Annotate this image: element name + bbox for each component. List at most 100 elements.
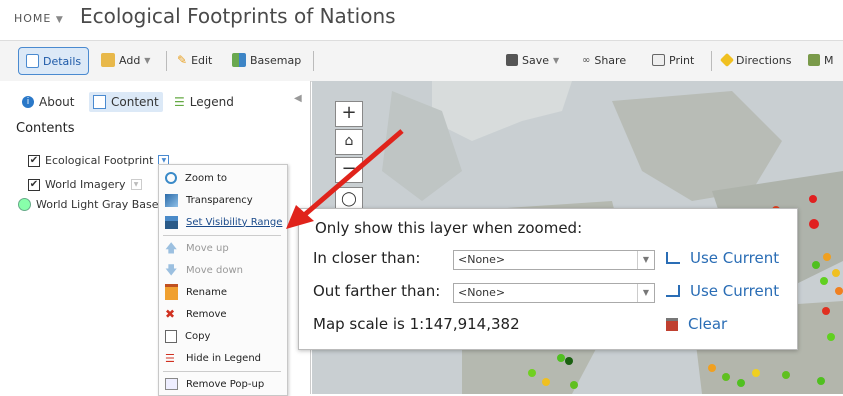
menu-divider (163, 235, 281, 236)
use-current-icon (666, 252, 680, 264)
more-label: M (824, 53, 834, 67)
map-point[interactable] (782, 371, 790, 379)
menu-item-hide-in-legend[interactable]: ☰ Hide in Legend (165, 349, 261, 367)
layer-item[interactable]: ✔ Ecological Footprint ▼ (28, 154, 170, 167)
content-icon (93, 95, 106, 109)
use-current-icon (666, 285, 680, 297)
layer-label: Ecological Footprint (45, 154, 154, 167)
directions-button[interactable]: Directions (719, 49, 792, 71)
map-point[interactable] (708, 364, 716, 372)
map-point[interactable] (737, 379, 745, 387)
collapse-panel-icon[interactable]: ◀ (294, 93, 302, 104)
details-button[interactable]: Details (18, 47, 90, 75)
basemap-icon (232, 53, 246, 67)
map-point[interactable] (827, 333, 835, 341)
chevron-down-icon: ▼ (637, 251, 654, 269)
toolbar-divider (313, 51, 314, 71)
map-point[interactable] (835, 287, 843, 295)
share-button[interactable]: ∞ Share (582, 49, 626, 71)
layer-options-icon[interactable]: ▼ (130, 179, 142, 190)
save-label: Save (522, 53, 550, 67)
map-point[interactable] (812, 261, 820, 269)
layer-item[interactable]: World Light Gray Base (18, 198, 159, 211)
zoom-in-button[interactable]: + (335, 101, 363, 127)
printer-icon (652, 54, 665, 66)
menu-item-label: Copy (185, 330, 211, 342)
directions-icon (719, 52, 735, 68)
map-point[interactable] (722, 373, 730, 381)
tab-about-label: About (39, 95, 75, 109)
edit-button[interactable]: ✎ Edit (177, 49, 212, 71)
tab-about[interactable]: i About (18, 92, 78, 112)
map-point[interactable] (809, 219, 819, 229)
menu-item-transparency[interactable]: Transparency (165, 191, 253, 209)
details-label: Details (43, 54, 82, 68)
tab-content[interactable]: Content (89, 92, 163, 112)
map-point[interactable] (557, 354, 565, 362)
menu-item-label: Move down (186, 264, 243, 276)
map-point[interactable] (542, 378, 550, 386)
map-point[interactable] (809, 195, 817, 203)
layer-checkbox[interactable]: ✔ (28, 178, 40, 191)
info-icon: i (22, 96, 34, 108)
print-button[interactable]: Print (652, 49, 694, 71)
title-bar: HOME ▼ Ecological Footprints of Nations (0, 0, 843, 38)
map-point[interactable] (565, 357, 573, 365)
map-point[interactable] (752, 369, 760, 377)
menu-item-remove[interactable]: ✖ Remove (165, 305, 227, 323)
layer-context-menu: Zoom to Transparency Set Visibility Rang… (158, 164, 288, 396)
directions-label: Directions (736, 53, 792, 67)
closer-use-current-button[interactable]: Use Current (666, 249, 779, 267)
add-icon (101, 53, 115, 67)
tab-legend[interactable]: ☰ Legend (170, 92, 238, 112)
map-point[interactable] (570, 381, 578, 389)
use-current-label: Use Current (690, 249, 780, 267)
remove-popup-icon (165, 378, 178, 390)
menu-divider (163, 371, 281, 372)
arrow-up-icon: 🡅 (165, 240, 178, 255)
map-point[interactable] (528, 369, 536, 377)
layer-checkbox[interactable]: ✔ (28, 154, 40, 167)
closer-select-value: <None> (458, 253, 506, 266)
basemap-label: Basemap (250, 53, 302, 67)
add-label: Add (119, 53, 141, 67)
menu-item-label: Transparency (186, 194, 253, 206)
menu-item-label: Set Visibility Range (186, 216, 283, 228)
map-point[interactable] (817, 377, 825, 385)
menu-item-label: Rename (186, 286, 228, 298)
menu-item-move-down[interactable]: 🡇 Move down (165, 261, 243, 279)
home-menu[interactable]: HOME ▼ (14, 12, 64, 25)
menu-item-set-visibility-range[interactable]: Set Visibility Range (165, 213, 282, 231)
basemap-button[interactable]: Basemap (232, 49, 301, 71)
closer-label: In closer than: (313, 249, 421, 267)
tab-content-label: Content (111, 95, 159, 109)
farther-select[interactable]: <None> ▼ (453, 283, 655, 303)
map-point[interactable] (823, 253, 831, 261)
clear-button[interactable]: Clear (666, 315, 727, 333)
measure-icon (808, 54, 820, 66)
map-point[interactable] (820, 277, 828, 285)
share-label: Share (594, 53, 627, 67)
add-button[interactable]: Add ▼ (101, 49, 150, 71)
rename-icon (165, 284, 178, 300)
menu-item-move-up[interactable]: 🡅 Move up (165, 239, 229, 257)
zoom-to-icon (165, 172, 177, 184)
more-button[interactable]: M (808, 49, 834, 71)
pencil-icon: ✎ (177, 53, 188, 67)
basemap-layer-icon (18, 198, 31, 211)
layer-item[interactable]: ✔ World Imagery ▼ (28, 178, 142, 191)
menu-item-remove-popup[interactable]: Remove Pop-up (165, 375, 264, 393)
menu-item-rename[interactable]: Rename (165, 283, 227, 301)
map-title: Ecological Footprints of Nations (80, 4, 396, 28)
menu-item-zoom-to[interactable]: Zoom to (165, 169, 227, 187)
map-point[interactable] (822, 307, 830, 315)
contents-heading: Contents (16, 121, 75, 136)
edit-label: Edit (191, 53, 213, 67)
save-button[interactable]: Save ▼ (506, 49, 559, 71)
farther-use-current-button[interactable]: Use Current (666, 282, 779, 300)
menu-item-copy[interactable]: Copy (165, 327, 210, 345)
map-point[interactable] (832, 269, 840, 277)
legend-icon: ☰ (174, 95, 185, 109)
closer-select[interactable]: <None> ▼ (453, 250, 655, 270)
home-label[interactable]: HOME (14, 12, 51, 25)
